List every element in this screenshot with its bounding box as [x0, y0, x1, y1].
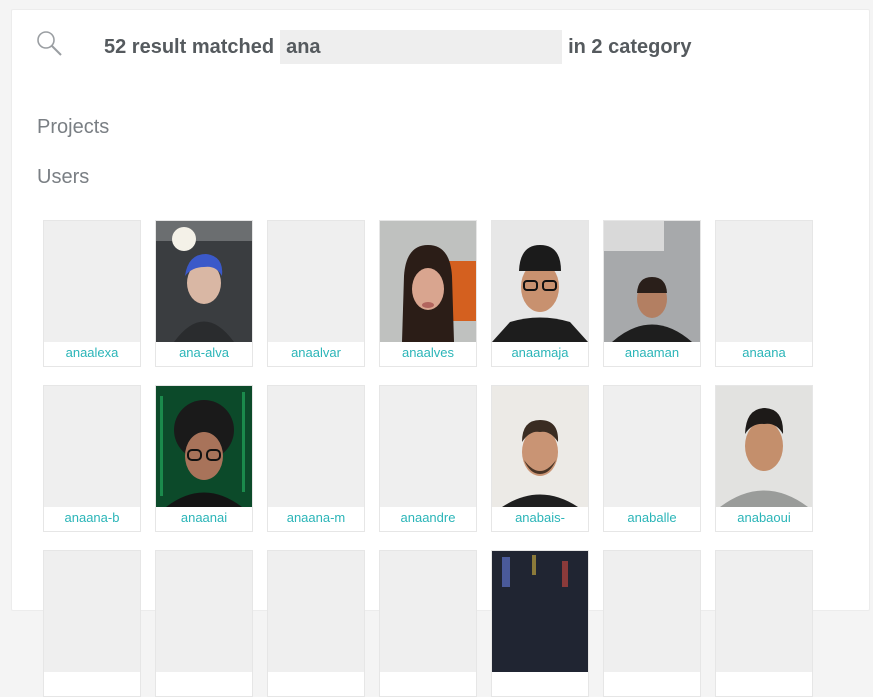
- user-card[interactable]: ana-alva: [155, 220, 253, 367]
- user-login-link[interactable]: anabaoui: [716, 510, 812, 525]
- avatar-placeholder[interactable]: [44, 386, 140, 507]
- user-login-link[interactable]: anaana-m: [268, 510, 364, 525]
- avatar[interactable]: [492, 386, 588, 507]
- avatar[interactable]: [156, 221, 252, 342]
- user-login-link[interactable]: anaanai: [156, 510, 252, 525]
- avatar[interactable]: [716, 386, 812, 507]
- avatar[interactable]: [156, 386, 252, 507]
- category-count-text: in 2 category: [568, 35, 692, 58]
- user-card[interactable]: anaana-b: [43, 385, 141, 532]
- avatar[interactable]: [604, 221, 700, 342]
- avatar-placeholder[interactable]: [380, 551, 476, 672]
- user-card[interactable]: [491, 550, 589, 697]
- user-login-link[interactable]: anabais-: [492, 510, 588, 525]
- user-card[interactable]: anaana-m: [267, 385, 365, 532]
- search-input[interactable]: [280, 30, 563, 64]
- user-login-link[interactable]: anaalves: [380, 345, 476, 360]
- user-login-link[interactable]: anaana: [716, 345, 812, 360]
- user-card[interactable]: [267, 550, 365, 697]
- result-count-text: 52 result matched: [104, 35, 275, 58]
- user-login-link[interactable]: anaaman: [604, 345, 700, 360]
- avatar-placeholder[interactable]: [604, 551, 700, 672]
- user-login-link[interactable]: ana-alva: [156, 345, 252, 360]
- user-card[interactable]: anaalves: [379, 220, 477, 367]
- category-users[interactable]: Users: [37, 166, 89, 189]
- user-login-link[interactable]: anaalexa: [44, 345, 140, 360]
- avatar-placeholder[interactable]: [268, 221, 364, 342]
- category-projects[interactable]: Projects: [37, 116, 109, 139]
- user-login-link[interactable]: anaamaja: [492, 345, 588, 360]
- avatar-placeholder[interactable]: [380, 386, 476, 507]
- avatar-placeholder[interactable]: [604, 386, 700, 507]
- avatar-placeholder[interactable]: [716, 221, 812, 342]
- avatar-placeholder[interactable]: [156, 551, 252, 672]
- user-login-link[interactable]: anaandre: [380, 510, 476, 525]
- user-card[interactable]: anaanai: [155, 385, 253, 532]
- avatar-placeholder[interactable]: [716, 551, 812, 672]
- user-card[interactable]: anaaman: [603, 220, 701, 367]
- user-card[interactable]: [155, 550, 253, 697]
- avatar[interactable]: [492, 551, 588, 672]
- search-results-panel: 52 result matched in 2 category Projects…: [11, 9, 870, 697]
- search-bar: 52 result matched in 2 category: [36, 28, 856, 66]
- user-card[interactable]: [43, 550, 141, 697]
- avatar-placeholder[interactable]: [44, 221, 140, 342]
- user-card[interactable]: anaalvar: [267, 220, 365, 367]
- user-card[interactable]: anabais-: [491, 385, 589, 532]
- avatar[interactable]: [380, 221, 476, 342]
- user-card[interactable]: anaamaja: [491, 220, 589, 367]
- user-login-link[interactable]: anaana-b: [44, 510, 140, 525]
- search-icon[interactable]: [36, 30, 64, 58]
- avatar-placeholder[interactable]: [268, 386, 364, 507]
- user-card[interactable]: anaalexa: [43, 220, 141, 367]
- user-login-link[interactable]: anaalvar: [268, 345, 364, 360]
- user-card[interactable]: [715, 550, 813, 697]
- user-card[interactable]: anaana: [715, 220, 813, 367]
- avatar-placeholder[interactable]: [44, 551, 140, 672]
- user-card[interactable]: [379, 550, 477, 697]
- user-card[interactable]: anaballe: [603, 385, 701, 532]
- avatar-placeholder[interactable]: [268, 551, 364, 672]
- user-card[interactable]: [603, 550, 701, 697]
- user-card[interactable]: anaandre: [379, 385, 477, 532]
- user-card[interactable]: anabaoui: [715, 385, 813, 532]
- user-login-link[interactable]: anaballe: [604, 510, 700, 525]
- avatar[interactable]: [492, 221, 588, 342]
- search-summary: 52 result matched in 2 category: [104, 28, 691, 66]
